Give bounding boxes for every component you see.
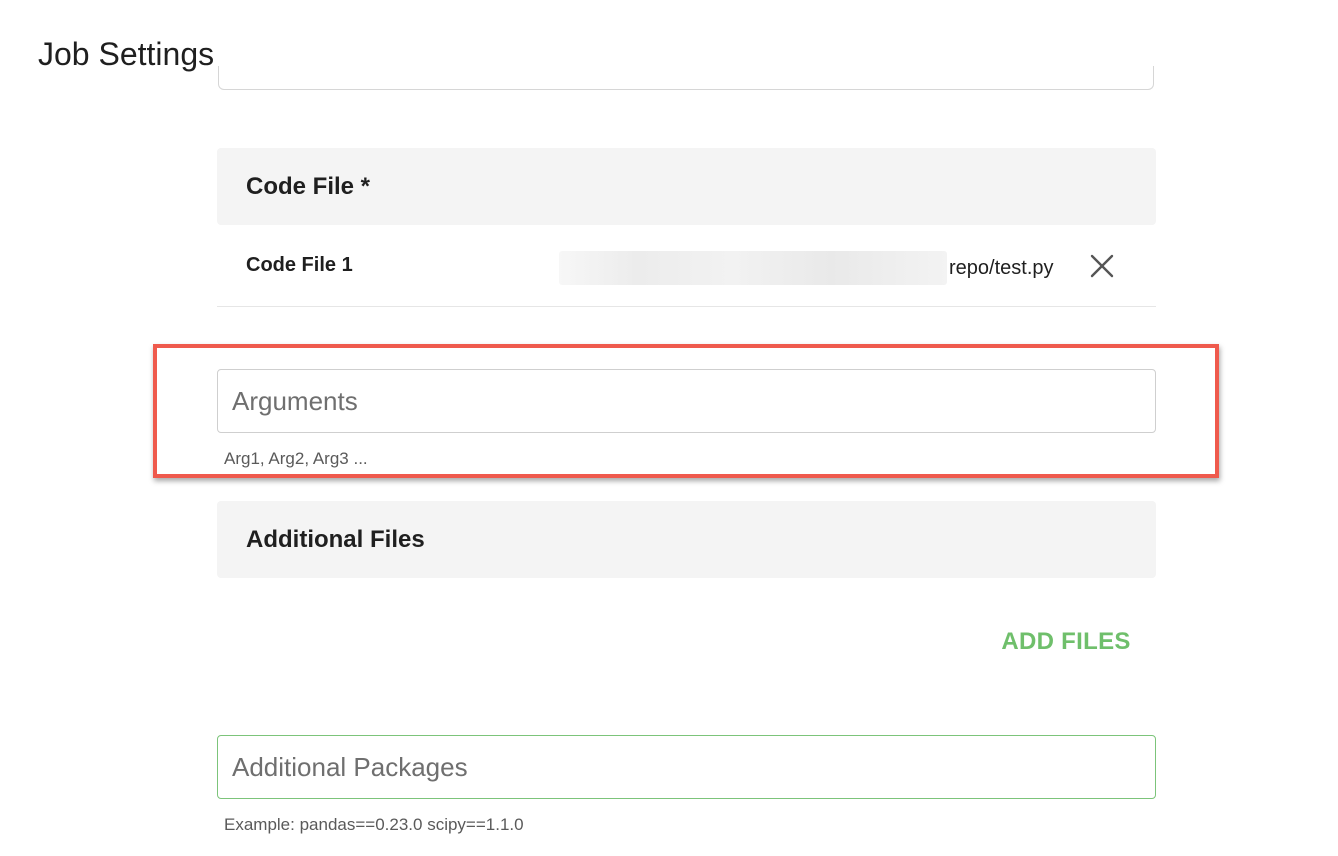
highlight-annotation <box>153 344 1219 478</box>
code-file-section-header: Code File * <box>217 148 1156 225</box>
code-file-label: Code File 1 <box>246 254 353 276</box>
additional-files-section-header: Additional Files <box>217 501 1156 578</box>
code-file-path-text: repo/test.py <box>949 256 1054 279</box>
additional-packages-helper-text: Example: pandas==0.23.0 scipy==1.1.0 <box>224 815 524 834</box>
job-settings-page: Job Settings Code File * Code File 1 rep… <box>0 0 1338 856</box>
remove-code-file-button[interactable] <box>1089 253 1115 279</box>
redacted-path <box>559 251 947 285</box>
close-icon <box>1090 254 1114 278</box>
additional-files-section-title: Additional Files <box>246 525 425 553</box>
code-file-section-title: Code File * <box>246 172 371 200</box>
previous-field-edge <box>218 66 1154 90</box>
page-title: Job Settings <box>38 36 215 72</box>
code-file-path: repo/test.py <box>559 250 1054 286</box>
additional-packages-input[interactable] <box>217 735 1156 799</box>
code-file-row: Code File 1 repo/test.py <box>217 226 1156 307</box>
add-files-button[interactable]: ADD FILES <box>990 622 1142 662</box>
